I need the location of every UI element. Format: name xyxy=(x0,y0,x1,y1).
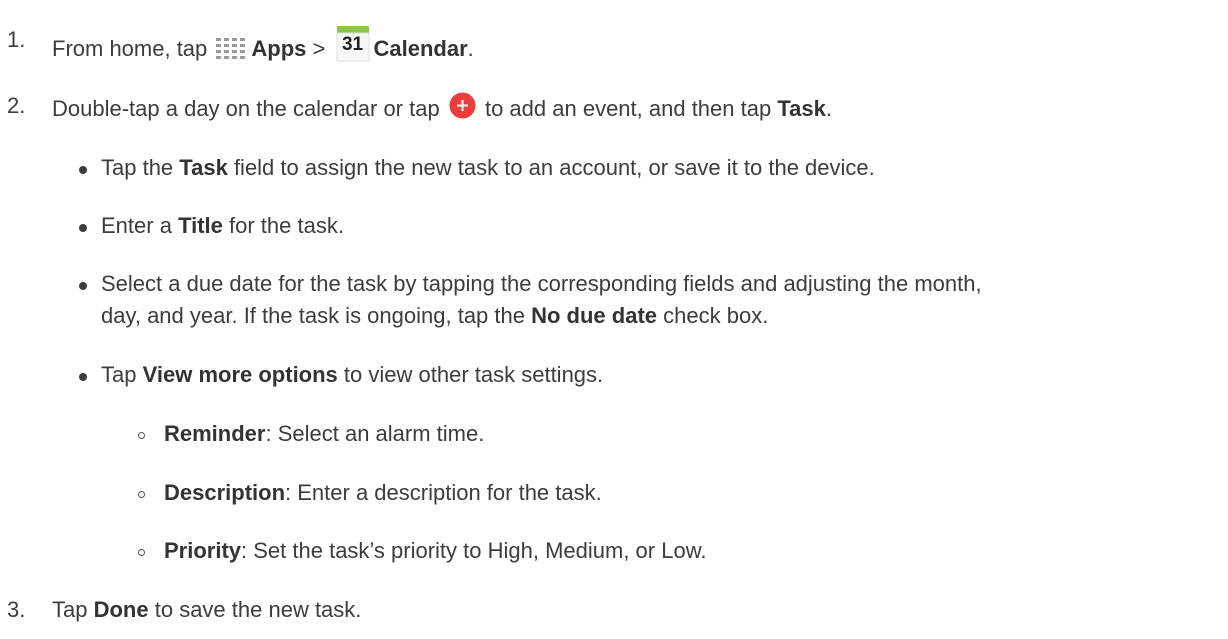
bullet-text: Enter a Title for the task. xyxy=(101,212,344,240)
sub-bullet-text: Reminder: Select an alarm time. xyxy=(164,420,484,448)
emphasis: Reminder xyxy=(164,421,266,446)
sub-bullet-circle xyxy=(138,491,145,498)
text: check box. xyxy=(663,303,769,328)
calendar-icon-text: 31 xyxy=(341,34,364,55)
emphasis: Description xyxy=(164,480,286,505)
calendar-icon: 31 xyxy=(336,26,370,62)
step-number: 1. xyxy=(7,27,26,52)
step-text: From home, tap xyxy=(52,36,208,61)
bullet-dot xyxy=(79,166,87,174)
bullet-text: day, and year. If the task is ongoing, t… xyxy=(101,302,768,330)
sub-bullet-circle xyxy=(138,549,145,556)
step-number: 2. xyxy=(7,93,26,118)
task-label: Task xyxy=(777,96,826,121)
text: Tap xyxy=(101,362,137,387)
emphasis: Priority xyxy=(164,538,242,563)
emphasis: Title xyxy=(178,213,223,238)
step-number: 3. xyxy=(7,597,26,622)
apps-label: Apps xyxy=(251,36,307,61)
step-text: to add an event, and then tap xyxy=(484,96,772,121)
text: to save the new task. xyxy=(154,597,362,622)
bullet-text: Tap the Task field to assign the new tas… xyxy=(101,154,875,182)
bullet-dot xyxy=(79,224,87,232)
text: Enter a xyxy=(101,213,172,238)
apps-grid-icon xyxy=(216,38,246,59)
emphasis: No due date xyxy=(531,303,658,328)
text: Select a due date for the task by tappin… xyxy=(101,271,982,296)
text: for the task. xyxy=(229,213,344,238)
emphasis: Task xyxy=(179,155,228,180)
bullet-dot xyxy=(79,282,87,290)
add-event-icon xyxy=(449,92,476,119)
bullet-text: Tap View more options to view other task… xyxy=(101,361,603,389)
sub-bullet-text: Priority: Set the task’s priority to Hig… xyxy=(164,537,707,565)
separator: > xyxy=(312,36,326,61)
step-3-text: Tap Done to save the new task. xyxy=(52,596,361,624)
bullet-text: Select a due date for the task by tappin… xyxy=(101,270,982,298)
text: Tap the xyxy=(101,155,174,180)
emphasis: View more options xyxy=(142,362,338,387)
text: to view other task settings. xyxy=(343,362,604,387)
text: field to assign the new task to an accou… xyxy=(233,155,875,180)
text: : Set the task’s priority to High, Mediu… xyxy=(241,538,707,563)
step-1-text: From home, tap Apps > 31 Calendar. xyxy=(52,26,474,63)
period: . xyxy=(825,96,832,121)
text: Tap xyxy=(52,597,88,622)
calendar-label: Calendar xyxy=(373,36,468,61)
step-2-text: Double-tap a day on the calendar or tap … xyxy=(52,92,832,123)
text: day, and year. If the task is ongoing, t… xyxy=(101,303,525,328)
done-label: Done xyxy=(93,597,149,622)
sub-bullet-text: Description: Enter a description for the… xyxy=(164,479,602,507)
text: : Select an alarm time. xyxy=(265,421,485,446)
step-text: Double-tap a day on the calendar or tap xyxy=(52,96,440,121)
text: : Enter a description for the task. xyxy=(285,480,602,505)
period: . xyxy=(467,36,474,61)
bullet-dot xyxy=(79,373,87,381)
sub-bullet-circle xyxy=(138,432,145,439)
